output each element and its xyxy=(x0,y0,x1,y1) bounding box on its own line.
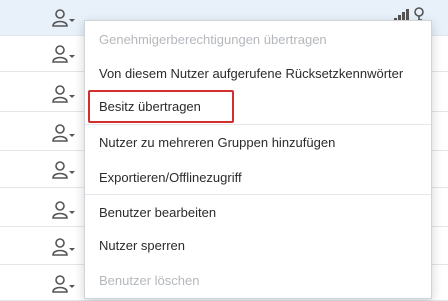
menu-item-export-offline[interactable]: Exportieren/Offlinezugriff xyxy=(85,161,431,194)
menu-item-lock-user[interactable]: Nutzer sperren xyxy=(85,229,431,262)
user-dropdown-icon[interactable] xyxy=(52,200,76,220)
user-dropdown-icon[interactable] xyxy=(52,160,76,180)
user-dropdown-icon[interactable] xyxy=(52,84,76,104)
user-dropdown-icon[interactable] xyxy=(52,274,76,294)
menu-item-add-to-groups[interactable]: Nutzer zu mehreren Gruppen hinzufügen xyxy=(85,126,431,159)
menu-separator xyxy=(85,124,431,125)
menu-item-transfer-ownership[interactable]: Besitz übertragen xyxy=(85,90,431,123)
menu-item-edit-user[interactable]: Benutzer bearbeiten xyxy=(85,196,431,229)
user-dropdown-icon[interactable] xyxy=(52,237,76,257)
user-dropdown-icon[interactable] xyxy=(52,123,76,143)
menu-item-delete-user: Benutzer löschen xyxy=(99,273,200,288)
menu-separator xyxy=(85,194,431,195)
menu-item-reset-passwords[interactable]: Von diesem Nutzer aufgerufene Rücksetzke… xyxy=(85,57,431,90)
menu-item-transfer-approver-permissions: Genehmigerberechtigungen übertragen xyxy=(99,32,327,47)
context-menu: Genehmigerberechtigungen übertragen Von … xyxy=(84,20,432,299)
user-dropdown-icon[interactable] xyxy=(52,8,76,28)
user-dropdown-icon[interactable] xyxy=(52,44,76,64)
